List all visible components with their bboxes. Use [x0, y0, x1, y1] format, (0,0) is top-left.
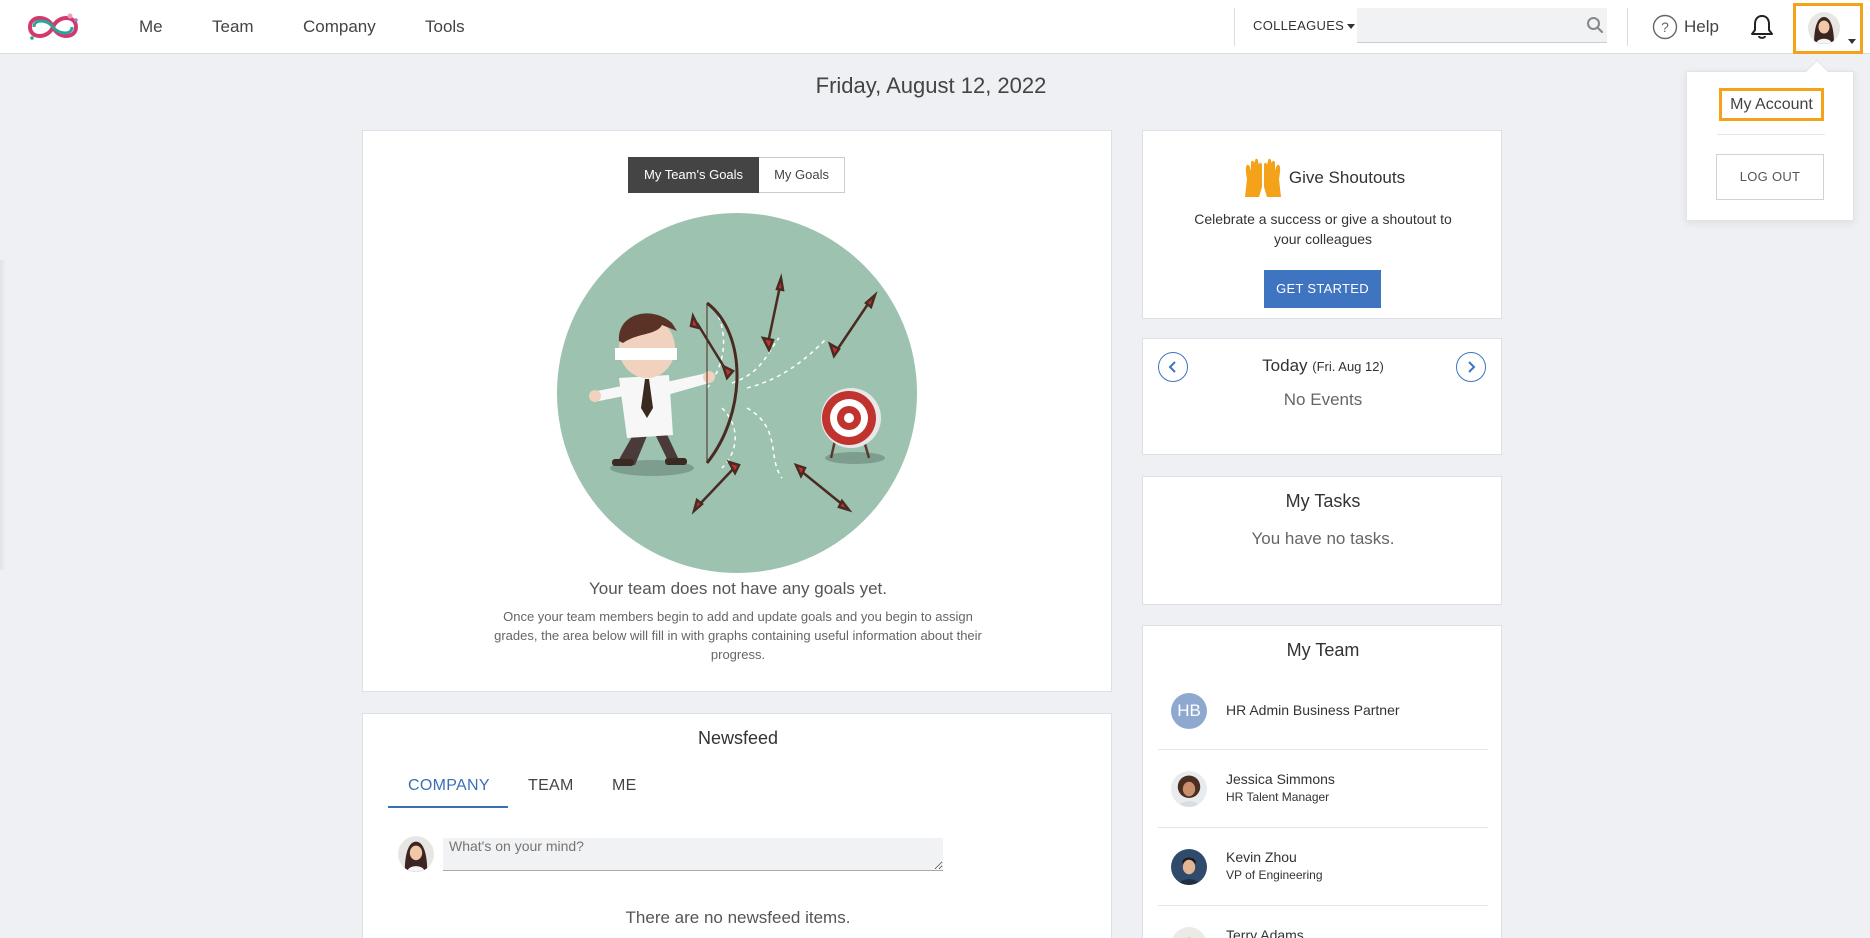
caret-down-icon [1848, 39, 1856, 44]
avatar: HB [1171, 693, 1207, 729]
tasks-title: My Tasks [1285, 491, 1361, 511]
svg-text:?: ? [1661, 19, 1669, 35]
events-card: Today (Fri. Aug 12) No Events [1142, 338, 1502, 455]
get-started-button[interactable]: GET STARTED [1264, 270, 1381, 308]
divider [1234, 8, 1235, 46]
nav-tools[interactable]: Tools [425, 17, 465, 37]
tasks-card: My Tasks You have no tasks. [1142, 476, 1502, 605]
newsfeed-post-input[interactable] [443, 838, 943, 871]
tab-my-teams-goals[interactable]: My Team's Goals [628, 157, 760, 193]
logout-button[interactable]: LOG OUT [1716, 154, 1824, 200]
question-circle-icon: ? [1652, 14, 1678, 40]
no-events-text: No Events [1283, 390, 1363, 409]
avatar [398, 836, 434, 872]
divider [1627, 8, 1628, 46]
newsfeed-tab-company[interactable]: COMPANY [408, 777, 490, 795]
avatar [1808, 12, 1840, 44]
caret-down-icon [1347, 24, 1356, 30]
goals-empty-heading: Your team does not have any goals yet. [588, 579, 887, 598]
left-edge-shadow [0, 260, 6, 570]
today-date: (Fri. Aug 12) [1312, 359, 1384, 374]
help-link[interactable]: ? Help [1652, 14, 1719, 40]
goals-illustration [557, 213, 917, 573]
member-name: Kevin Zhou [1226, 849, 1297, 865]
goals-empty-description: Once your team members begin to add and … [494, 609, 982, 662]
raised-hands-icon [1244, 158, 1281, 197]
colleagues-label: COLLEAGUES [1253, 18, 1345, 33]
today-label: Today [1262, 356, 1308, 375]
member-name: Jessica Simmons [1226, 771, 1335, 787]
team-member[interactable]: Jessica Simmons HR Talent Manager [1158, 750, 1488, 828]
team-member[interactable]: Kevin Zhou VP of Engineering [1158, 828, 1488, 906]
shoutouts-description: Celebrate a success or give a shoutout t… [1194, 211, 1452, 247]
team-title: My Team [1286, 640, 1360, 660]
chevron-right-icon [1468, 361, 1476, 373]
bell-icon[interactable] [1748, 13, 1776, 41]
newsfeed-empty-text: There are no newsfeed items. [625, 908, 851, 927]
newsfeed-title: Newsfeed [697, 728, 779, 748]
colleagues-dropdown[interactable]: COLLEAGUES [1253, 18, 1356, 33]
next-day-button[interactable] [1456, 352, 1486, 382]
member-role: HR Talent Manager [1226, 790, 1330, 804]
page-date: Friday, August 12, 2022 [815, 73, 1047, 98]
company-logo[interactable] [20, 6, 86, 48]
tab-my-goals[interactable]: My Goals [759, 157, 845, 193]
avatar [1171, 849, 1207, 885]
active-tab-indicator [388, 806, 508, 808]
member-name: Terry Adams [1226, 927, 1304, 938]
search-input[interactable] [1357, 8, 1607, 43]
avatar [1171, 927, 1207, 938]
team-member[interactable]: Terry Adams [1158, 906, 1488, 938]
shoutouts-card: Give Shoutouts Celebrate a success or gi… [1142, 130, 1502, 319]
member-name: HR Admin Business Partner [1226, 702, 1400, 718]
top-navbar: Me Team Company Tools COLLEAGUES ? Help [0, 0, 1870, 54]
search-icon[interactable] [1586, 16, 1604, 34]
goals-card: My Team's Goals My Goals Your team does … [362, 130, 1112, 692]
team-member[interactable]: HB HR Admin Business Partner [1158, 672, 1488, 750]
newsfeed-card: Newsfeed COMPANY TEAM ME There are no ne… [362, 713, 1112, 938]
user-menu-button[interactable] [1793, 3, 1863, 54]
shoutouts-title: Give Shoutouts [1143, 157, 1503, 199]
tasks-empty-text: You have no tasks. [1251, 529, 1395, 548]
newsfeed-tab-team[interactable]: TEAM [528, 777, 574, 795]
goals-toggle: My Team's Goals My Goals [628, 157, 845, 193]
nav-company[interactable]: Company [303, 17, 376, 37]
avatar [1171, 771, 1207, 807]
help-label: Help [1684, 17, 1719, 36]
nav-team[interactable]: Team [212, 17, 254, 37]
member-role: VP of Engineering [1226, 868, 1323, 882]
newsfeed-tab-me[interactable]: ME [612, 777, 637, 795]
my-team-card: My Team HB HR Admin Business Partner Jes… [1142, 625, 1502, 938]
divider [1717, 134, 1825, 135]
nav-me[interactable]: Me [139, 17, 163, 37]
events-date-label: Today (Fri. Aug 12) [1143, 356, 1503, 376]
shoutouts-title-text: Give Shoutouts [1288, 168, 1406, 187]
